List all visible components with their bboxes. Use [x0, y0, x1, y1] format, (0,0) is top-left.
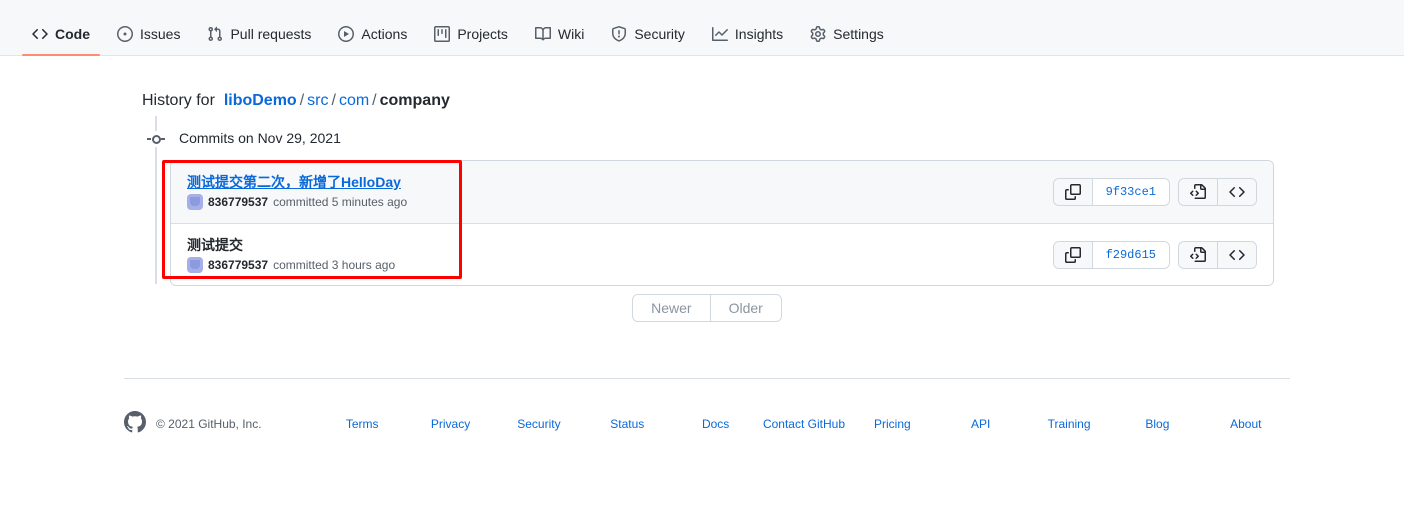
breadcrumb-repo-link[interactable]: liboDemo — [224, 92, 297, 109]
code-icon — [32, 26, 48, 42]
commit-meta: 836779537 committed 3 hours ago — [187, 256, 396, 274]
repo-nav-tabs: Code Issues Pull requests Actions Projects Wi… — [22, 0, 901, 56]
commit-author-link[interactable]: 836779537 — [208, 257, 268, 274]
commit-sha-group: f29d615 — [1052, 240, 1170, 269]
commit-row[interactable]: 测试提交第二次，新增了HelloDay 836779537 committed 5 … — [171, 161, 1273, 223]
commit-dot-icon — [147, 131, 165, 147]
footer-link-blog[interactable]: Blog — [1113, 417, 1201, 431]
commit-sha-link[interactable]: f29d615 — [1091, 241, 1169, 268]
shield-icon — [611, 26, 627, 42]
site-footer: © 2021 GitHub, Inc. Terms Privacy Security… — [124, 411, 1290, 436]
book-icon — [534, 26, 551, 42]
code-icon[interactable] — [1217, 241, 1256, 268]
nav-tab-label: Wiki — [557, 26, 585, 42]
footer-copyright: © 2021 GitHub, Inc. — [156, 416, 262, 431]
copy-icon[interactable] — [1053, 178, 1092, 205]
commit-timestamp: committed 3 hours ago — [273, 257, 396, 272]
nav-tab-pull-requests[interactable]: Pull requests — [197, 26, 321, 56]
commit-sha-link[interactable]: 9f33ce1 — [1091, 178, 1169, 205]
footer-link-about[interactable]: About — [1202, 417, 1290, 431]
play-icon — [338, 26, 355, 42]
commit-actions: 9f33ce1 — [1037, 177, 1257, 206]
breadcrumb: History for liboDemo / src / com / company — [142, 92, 450, 110]
breadcrumb-segment-src[interactable]: src — [307, 92, 328, 109]
breadcrumb-separator: / — [299, 92, 305, 109]
commit-timestamp: committed 5 minutes ago — [273, 194, 408, 209]
breadcrumb-segment-com[interactable]: com — [339, 92, 369, 109]
avatar[interactable] — [187, 194, 203, 211]
footer-link-status[interactable]: Status — [583, 417, 671, 431]
footer-link-training[interactable]: Training — [1025, 417, 1113, 431]
nav-tab-code[interactable]: Code — [22, 26, 100, 56]
commit-row[interactable]: 测试提交 836779537 committed 3 hours ago f29d61… — [171, 222, 1273, 286]
repo-nav-bar: Code Issues Pull requests Actions Projects Wi… — [0, 0, 1404, 56]
pagination-newer-button[interactable]: Newer — [633, 295, 710, 321]
commit-sha-group: 9f33ce1 — [1052, 177, 1170, 206]
gear-icon — [810, 26, 826, 42]
nav-tab-issues[interactable]: Issues — [107, 26, 190, 56]
commit-list: 测试提交第二次，新增了HelloDay 836779537 committed 5 … — [170, 160, 1274, 287]
nav-tab-label: Pull requests — [230, 26, 312, 42]
commit-author-link[interactable]: 836779537 — [208, 194, 268, 211]
pagination: Newer Older — [124, 294, 1290, 322]
footer-link-api[interactable]: API — [937, 417, 1025, 431]
nav-tab-label: Security — [634, 26, 685, 42]
commits-date-header: Commits on Nov 29, 2021 — [179, 130, 341, 146]
footer-divider — [124, 378, 1290, 379]
pagination-group: Newer Older — [632, 294, 782, 322]
commit-meta: 836779537 committed 5 minutes ago — [187, 194, 407, 211]
footer-link-contact-github[interactable]: Contact GitHub — [760, 417, 848, 431]
breadcrumb-current: company — [379, 92, 450, 109]
file-code-icon[interactable] — [1179, 178, 1217, 205]
footer-brand: © 2021 GitHub, Inc. — [124, 411, 318, 436]
footer-link-pricing[interactable]: Pricing — [848, 417, 936, 431]
project-icon — [434, 26, 451, 42]
commit-message-link[interactable]: 测试提交第二次，新增了HelloDay — [187, 173, 407, 192]
footer-links: Terms Privacy Security Status Docs Contact Gi… — [318, 417, 1290, 431]
breadcrumb-separator: / — [372, 92, 377, 109]
nav-tab-label: Projects — [457, 26, 508, 42]
breadcrumb-prefix: History for — [142, 92, 215, 109]
graph-icon — [711, 26, 728, 42]
footer-link-security[interactable]: Security — [495, 417, 583, 431]
commit-info: 测试提交第二次，新增了HelloDay 836779537 committed 5 … — [187, 173, 407, 211]
nav-tab-actions[interactable]: Actions — [328, 26, 417, 56]
git-pull-request-icon — [207, 26, 223, 42]
pagination-older-button[interactable]: Older — [709, 295, 781, 321]
nav-tab-label: Issues — [140, 26, 181, 42]
nav-tab-label: Insights — [734, 26, 784, 42]
code-icon[interactable] — [1217, 178, 1256, 205]
issue-opened-icon — [117, 26, 133, 42]
nav-tab-label: Actions — [361, 26, 408, 42]
commit-browse-group — [1178, 240, 1257, 269]
github-mark-icon — [124, 411, 146, 436]
nav-tab-settings[interactable]: Settings — [800, 26, 894, 56]
commit-info: 测试提交 836779537 committed 3 hours ago — [187, 236, 395, 274]
footer-link-terms[interactable]: Terms — [318, 417, 406, 431]
commit-message-link[interactable]: 测试提交 — [187, 236, 395, 255]
nav-tab-security[interactable]: Security — [601, 26, 695, 56]
nav-tab-insights[interactable]: Insights — [702, 26, 793, 56]
footer-link-docs[interactable]: Docs — [671, 417, 759, 431]
breadcrumb-separator: / — [331, 92, 336, 109]
commit-actions: f29d615 — [1037, 240, 1257, 269]
footer-link-privacy[interactable]: Privacy — [406, 417, 494, 431]
commit-browse-group — [1178, 177, 1257, 206]
copy-icon[interactable] — [1053, 241, 1092, 268]
nav-tab-label: Code — [55, 26, 90, 42]
avatar[interactable] — [187, 256, 203, 273]
file-code-icon[interactable] — [1179, 241, 1217, 268]
nav-tab-wiki[interactable]: Wiki — [525, 26, 594, 56]
nav-tab-projects[interactable]: Projects — [424, 26, 518, 56]
nav-tab-label: Settings — [833, 26, 884, 42]
